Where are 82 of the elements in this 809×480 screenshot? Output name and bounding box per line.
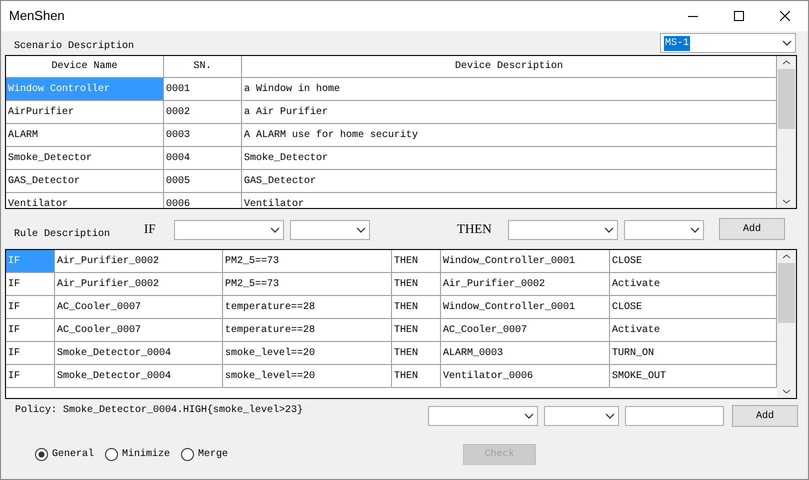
chevron-down-icon <box>605 413 615 419</box>
table-cell[interactable]: Air_Purifier_0002 <box>55 250 223 272</box>
radio-label: Merge <box>198 448 228 462</box>
table-cell[interactable]: Window_Controller_0001 <box>441 296 610 318</box>
dropdown[interactable] <box>290 220 370 240</box>
input-field[interactable] <box>625 406 724 426</box>
table-cell[interactable]: Window_Controller_0001 <box>441 250 610 272</box>
table-cell[interactable]: THEN <box>392 365 441 387</box>
table-cell[interactable]: 0003 <box>164 124 242 146</box>
table-cell[interactable]: AC_Cooler_0007 <box>55 319 223 341</box>
dropdown[interactable] <box>624 220 704 240</box>
table-cell[interactable]: THEN <box>392 319 441 341</box>
dropdown[interactable] <box>428 406 538 426</box>
chevron-up-icon <box>782 254 791 259</box>
table-cell[interactable]: smoke_level==20 <box>223 365 392 387</box>
radio-label: General <box>52 448 94 462</box>
table-cell[interactable]: THEN <box>392 296 441 318</box>
then-label: THEN <box>457 220 493 238</box>
chevron-down-icon <box>782 199 791 204</box>
table-cell[interactable]: AirPurifier <box>6 101 164 123</box>
table-cell[interactable]: 0004 <box>164 147 242 169</box>
table-cell[interactable]: GAS_Detector <box>6 170 164 192</box>
table-cell[interactable]: 0001 <box>164 78 242 100</box>
table-cell[interactable]: PM2_5==73 <box>223 250 392 272</box>
table-cell[interactable]: THEN <box>392 250 441 272</box>
chevron-down-icon <box>782 389 791 394</box>
radio-label: Minimize <box>122 448 170 462</box>
table-cell[interactable]: IF <box>6 342 55 364</box>
chevron-down-icon <box>604 227 614 233</box>
chevron-down-icon <box>524 413 534 419</box>
window-title: MenShen <box>9 7 65 26</box>
chevron-down-icon <box>270 227 280 233</box>
section-label: Rule Description <box>14 228 112 242</box>
policy-text: Policy: Smoke_Detector_0004.HIGH{smoke_level>23} <box>15 404 304 418</box>
table-cell[interactable]: Ventilator_0006 <box>441 365 610 387</box>
chevron-down-icon <box>356 227 366 233</box>
table-cell[interactable]: THEN <box>392 342 441 364</box>
radio-button[interactable] <box>181 448 194 461</box>
chevron-up-icon <box>782 60 791 65</box>
table-cell[interactable]: AC_Cooler_0007 <box>441 319 610 341</box>
table-cell[interactable]: THEN <box>392 273 441 295</box>
table-cell[interactable]: 0006 <box>164 193 242 208</box>
table-cell[interactable]: Smoke_Detector_0004 <box>55 365 223 387</box>
radio-button[interactable] <box>105 448 118 461</box>
radio-option[interactable]: Minimize <box>105 447 170 462</box>
table-cell[interactable]: IF <box>6 365 55 387</box>
table-cell[interactable]: Air_Purifier_0002 <box>441 273 610 295</box>
table-cell[interactable]: temperature==28 <box>223 319 392 341</box>
table-cell[interactable]: Air_Purifier_0002 <box>55 273 223 295</box>
table-cell[interactable]: 0002 <box>164 101 242 123</box>
table-cell[interactable]: IF <box>6 319 55 341</box>
add-button[interactable]: Add <box>732 405 798 427</box>
scrollbar[interactable] <box>777 56 796 208</box>
chevron-down-icon <box>690 227 700 233</box>
table-cell[interactable]: Smoke_Detector <box>6 147 164 169</box>
dropdown[interactable] <box>174 220 284 240</box>
maximize-icon <box>734 11 744 21</box>
dropdown[interactable]: MS-1 <box>660 33 796 53</box>
table-cell[interactable]: Smoke_Detector_0004 <box>55 342 223 364</box>
radio-button[interactable] <box>35 448 48 461</box>
dropdown[interactable] <box>508 220 618 240</box>
scrollbar[interactable] <box>777 250 796 398</box>
section-label: Scenario Description <box>14 40 134 54</box>
table-cell[interactable]: ALARM <box>6 124 164 146</box>
add-button[interactable]: Add <box>719 218 785 240</box>
table-cell[interactable]: IF <box>6 273 55 295</box>
if-label: IF <box>144 220 157 238</box>
table-cell[interactable]: 0005 <box>164 170 242 192</box>
radio-option[interactable]: General <box>35 447 94 462</box>
table-cell[interactable]: PM2_5==73 <box>223 273 392 295</box>
table-cell[interactable]: temperature==28 <box>223 296 392 318</box>
table-cell[interactable]: AC_Cooler_0007 <box>55 296 223 318</box>
column-header[interactable]: SN. <box>164 56 242 77</box>
table-cell[interactable]: Ventilator <box>6 193 164 208</box>
table-cell[interactable]: IF <box>6 296 55 318</box>
chevron-down-icon <box>782 40 792 46</box>
column-header[interactable]: Device Name <box>6 56 164 77</box>
table-cell[interactable]: ALARM_0003 <box>441 342 610 364</box>
radio-option[interactable]: Merge <box>181 447 228 462</box>
close-icon <box>780 11 790 21</box>
table-cell[interactable]: smoke_level==20 <box>223 342 392 364</box>
dropdown[interactable] <box>544 406 619 426</box>
